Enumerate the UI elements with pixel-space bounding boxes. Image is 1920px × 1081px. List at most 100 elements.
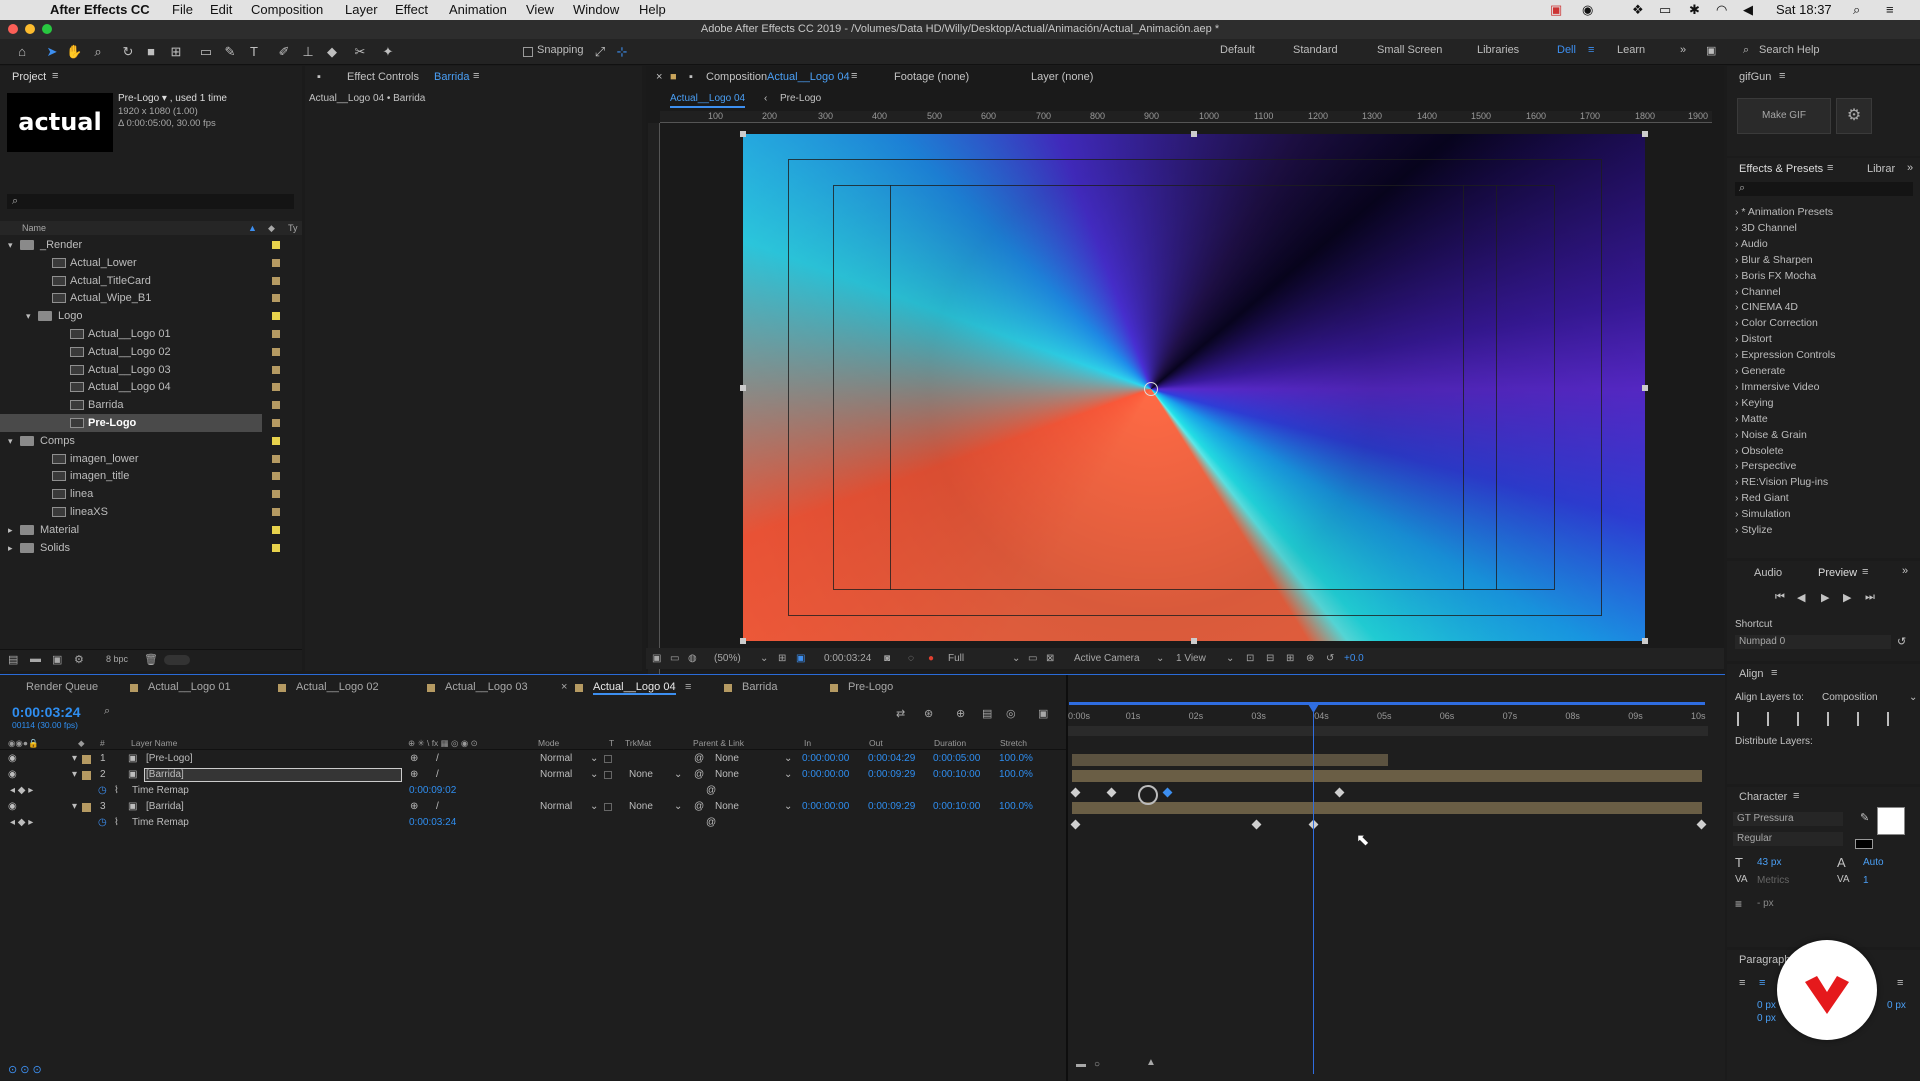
quality-icon[interactable]: / bbox=[436, 767, 439, 783]
close-window-button[interactable] bbox=[8, 24, 18, 34]
timeline-tab[interactable]: Barrida bbox=[742, 681, 777, 693]
layer-name[interactable]: [Pre-Logo] bbox=[146, 751, 193, 767]
layer-row[interactable]: ◉ ▾ 1 ▣ [Pre-Logo] ⊕ / Normal ⌄ @ None ⌄ 0:00:00:00 0… bbox=[0, 751, 1066, 767]
chevron-down-icon[interactable]: ⌄ bbox=[590, 799, 598, 815]
menu-window[interactable]: Window bbox=[573, 2, 619, 17]
align-left-icon[interactable] bbox=[1737, 712, 1751, 726]
effects-category[interactable]: › Generate bbox=[1735, 363, 1785, 379]
effects-category[interactable]: › Red Giant bbox=[1735, 490, 1789, 506]
zoom-out-icon[interactable]: ▬ bbox=[1076, 1059, 1086, 1070]
selection-tool-icon[interactable]: ➤ bbox=[44, 44, 60, 60]
layer-label-swatch[interactable] bbox=[82, 771, 91, 780]
project-folder[interactable]: ▸ Solids bbox=[0, 539, 290, 557]
effects-category[interactable]: › Expression Controls bbox=[1735, 347, 1835, 363]
effects-category[interactable]: › Immersive Video bbox=[1735, 379, 1819, 395]
thumbnail-toggle[interactable] bbox=[164, 655, 190, 665]
label-color-swatch[interactable] bbox=[272, 312, 280, 321]
trkmat-dropdown[interactable]: None bbox=[629, 799, 653, 815]
snapshot-icon[interactable]: ◙ bbox=[884, 648, 890, 669]
keyframe-icon[interactable] bbox=[1696, 819, 1707, 830]
project-item[interactable]: imagen_title bbox=[0, 467, 290, 485]
keyframe-nav-icon[interactable]: ◂ ◆ ▸ bbox=[10, 783, 33, 799]
shortcut-dropdown[interactable]: Numpad 0 bbox=[1735, 635, 1891, 649]
chevron-down-icon[interactable]: ⌄ bbox=[590, 767, 598, 783]
layer-handle[interactable] bbox=[740, 385, 746, 391]
parent-pickwhip-icon[interactable]: @ bbox=[694, 751, 704, 767]
composition-tab-name[interactable]: Actual__Logo 04 bbox=[767, 71, 850, 83]
keyframe-icon[interactable] bbox=[1070, 819, 1081, 830]
delete-icon[interactable]: 🗑 bbox=[144, 653, 158, 666]
blend-mode-dropdown[interactable]: Normal bbox=[540, 751, 572, 767]
align-text-left-icon[interactable]: ≡ bbox=[1739, 977, 1745, 989]
chevron-down-icon[interactable]: ⌄ bbox=[784, 799, 792, 815]
breadcrumb-pre-logo[interactable]: Pre-Logo bbox=[780, 93, 821, 104]
layer-in-point[interactable]: 0:00:00:00 bbox=[802, 799, 849, 815]
first-frame-icon[interactable]: ⏮ bbox=[1775, 591, 1785, 604]
hand-tool-icon[interactable]: ✋ bbox=[66, 44, 82, 60]
align-to-dropdown[interactable]: Composition bbox=[1822, 692, 1878, 703]
project-item[interactable]: Actual__Logo 01 bbox=[0, 325, 290, 343]
project-folder[interactable]: ▾ Comps bbox=[0, 432, 290, 450]
reset-icon[interactable]: ↺ bbox=[1897, 635, 1906, 648]
label-color-swatch[interactable] bbox=[272, 401, 280, 410]
eyedropper-icon[interactable]: ✎ bbox=[1860, 811, 1869, 824]
layer-duration[interactable]: 0:00:10:00 bbox=[933, 799, 980, 815]
property-value[interactable]: 0:00:09:02 bbox=[409, 783, 456, 799]
space-after-value[interactable]: 0 px bbox=[1887, 1000, 1906, 1011]
transparency-grid-icon[interactable]: ▣ bbox=[796, 648, 805, 669]
label-color-swatch[interactable] bbox=[272, 383, 280, 392]
workspace-learn[interactable]: Learn bbox=[1617, 44, 1645, 56]
timeline-menu-icon[interactable]: ≡ bbox=[685, 681, 691, 693]
preview-tab[interactable]: Preview bbox=[1818, 567, 1857, 579]
align-bottom-icon[interactable] bbox=[1887, 712, 1901, 726]
layer-row[interactable]: ◉ ▾ 2 ▣ [Barrida] ⊕ / Normal ⌄ None ⌄ @ None ⌄ 0:00:00… bbox=[0, 767, 1066, 783]
font-family-dropdown[interactable]: GT Pressura bbox=[1733, 812, 1843, 826]
label-color-swatch[interactable] bbox=[272, 419, 280, 427]
indent-left-value[interactable]: 0 px bbox=[1757, 1000, 1776, 1011]
chevron-down-icon[interactable]: ⌄ bbox=[784, 751, 792, 767]
search-help-icon[interactable]: ⌕ bbox=[1743, 44, 1749, 57]
gifgun-menu-icon[interactable]: ≡ bbox=[1779, 70, 1785, 82]
twirl-icon[interactable]: ▾ bbox=[72, 799, 77, 815]
breadcrumb-actual-logo-04[interactable]: Actual__Logo 04 bbox=[670, 93, 746, 108]
label-color-swatch[interactable] bbox=[272, 347, 280, 356]
project-item[interactable]: Barrida bbox=[0, 396, 290, 414]
effects-category[interactable]: › Boris FX Mocha bbox=[1735, 268, 1816, 284]
layer-stretch[interactable]: 100.0% bbox=[999, 751, 1033, 767]
timeline-search-icon[interactable]: ⌕ bbox=[104, 705, 110, 718]
label-color-swatch[interactable] bbox=[272, 330, 280, 338]
eraser-tool-icon[interactable]: ◆ bbox=[324, 44, 340, 60]
layer-label-swatch[interactable] bbox=[82, 803, 91, 812]
lock-icon[interactable]: ▪ bbox=[317, 71, 321, 83]
grid-icon[interactable]: ⊞ bbox=[778, 648, 786, 669]
timeline-tab[interactable]: Actual__Logo 02 bbox=[296, 681, 379, 693]
fill-color-swatch[interactable] bbox=[1877, 807, 1905, 835]
layer-handle[interactable] bbox=[740, 638, 746, 644]
layer-duration[interactable]: 0:00:10:00 bbox=[933, 767, 980, 783]
project-item[interactable]: lineaXS bbox=[0, 503, 290, 521]
effects-category[interactable]: › Keying bbox=[1735, 395, 1774, 411]
snap-feature-icon[interactable]: ⊹ bbox=[614, 44, 630, 60]
expression-pickwhip-icon[interactable]: @ bbox=[706, 783, 716, 799]
column-type-header[interactable]: Ty bbox=[288, 221, 298, 235]
preserve-transparency-checkbox[interactable] bbox=[604, 755, 612, 763]
keyframe-icon[interactable] bbox=[1251, 819, 1262, 830]
label-color-swatch[interactable] bbox=[272, 294, 280, 303]
project-folder[interactable]: ▾ Logo bbox=[0, 307, 290, 325]
collapse-transform-icon[interactable]: ⊕ bbox=[410, 751, 418, 767]
region-of-interest-icon[interactable]: ▭ bbox=[1028, 648, 1037, 669]
stroke-color-swatch[interactable] bbox=[1855, 839, 1873, 849]
chevron-down-icon[interactable]: ⌄ bbox=[1156, 648, 1164, 669]
timeline-current-time[interactable]: 0:00:03:24 bbox=[12, 704, 81, 720]
label-color-swatch[interactable] bbox=[272, 525, 280, 534]
rotate-tool-icon[interactable]: ↻ bbox=[120, 44, 136, 60]
play-icon[interactable]: ▶ bbox=[1821, 591, 1829, 604]
label-color-swatch[interactable] bbox=[272, 365, 280, 374]
volume-icon[interactable]: ◀ bbox=[1743, 2, 1753, 18]
last-frame-icon[interactable]: ⏭ bbox=[1865, 591, 1875, 604]
quality-icon[interactable]: / bbox=[436, 751, 439, 767]
project-tab[interactable]: Project bbox=[12, 71, 46, 83]
reset-exposure-icon[interactable]: ↺ bbox=[1326, 648, 1334, 669]
clone-stamp-tool-icon[interactable]: ⊥ bbox=[300, 44, 316, 60]
monitor-icon[interactable]: ▭ bbox=[670, 648, 679, 669]
